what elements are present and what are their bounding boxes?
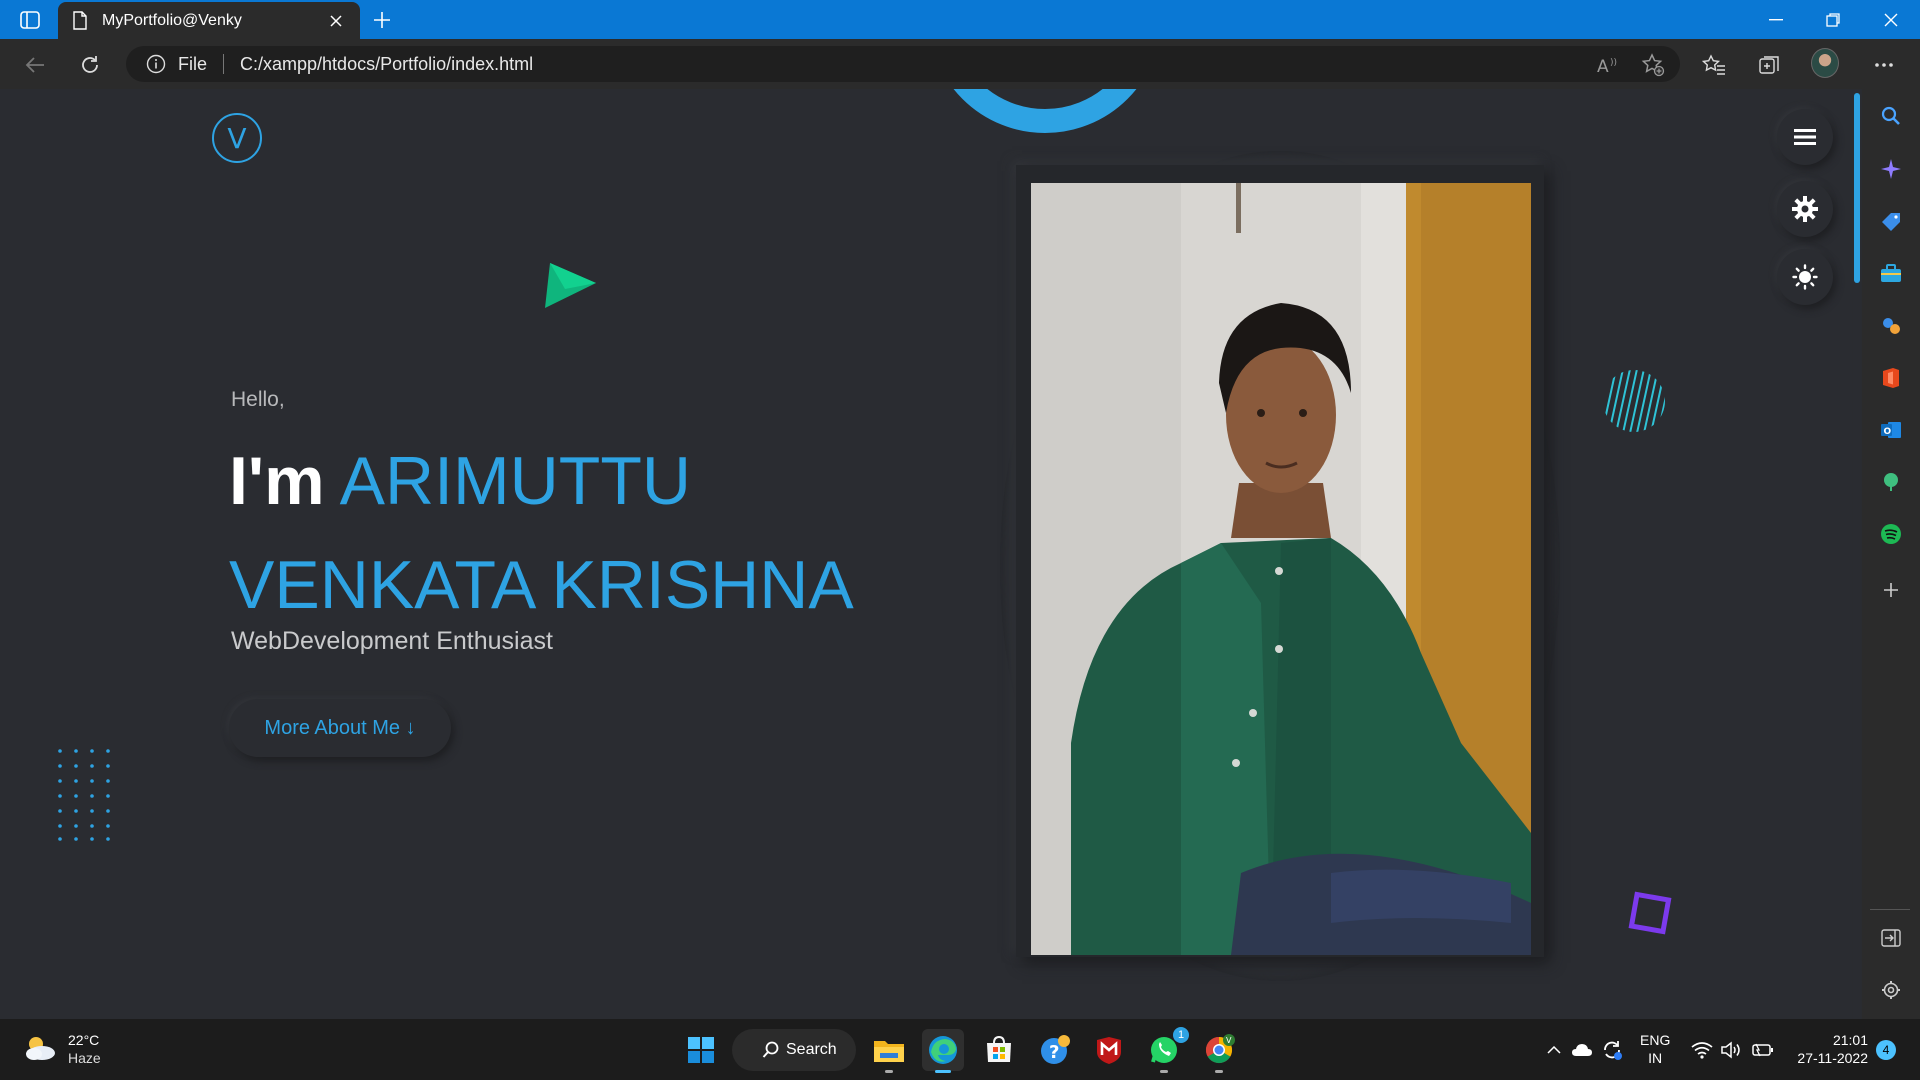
- decorative-striped-circle: [1603, 370, 1665, 432]
- browser-toolbar: File C:/xampp/htdocs/Portfolio/index.htm…: [0, 39, 1920, 89]
- add-icon[interactable]: [1878, 577, 1904, 603]
- scrollbar-thumb[interactable]: [1854, 93, 1860, 283]
- im-text: I'm: [229, 443, 325, 519]
- wifi-icon[interactable]: [1690, 1019, 1714, 1080]
- region-code: IN: [1648, 1050, 1663, 1066]
- close-tab-icon[interactable]: [326, 11, 346, 31]
- decorative-square: [1628, 891, 1672, 935]
- outlook-icon[interactable]: O: [1878, 417, 1904, 443]
- whatsapp-icon[interactable]: 1: [1143, 1027, 1189, 1073]
- address-bar[interactable]: File C:/xampp/htdocs/Portfolio/index.htm…: [126, 46, 1680, 82]
- favorites-icon[interactable]: [1700, 51, 1728, 79]
- edge-sidebar: O: [1862, 89, 1920, 1019]
- address-scheme: File: [178, 53, 208, 74]
- minimize-icon[interactable]: [1748, 0, 1804, 39]
- address-url[interactable]: C:/xampp/htdocs/Portfolio/index.html: [240, 54, 533, 75]
- svg-text:)): )): [1610, 58, 1617, 68]
- search-icon[interactable]: [1878, 103, 1904, 129]
- search-label: Search: [786, 1041, 837, 1058]
- search-icon: [762, 1041, 779, 1058]
- spotify-icon[interactable]: [1878, 521, 1904, 547]
- onedrive-cloud-icon[interactable]: [1570, 1019, 1594, 1080]
- microsoft-store-icon[interactable]: [978, 1029, 1020, 1071]
- volume-icon[interactable]: [1720, 1019, 1744, 1080]
- tab-actions-icon[interactable]: [14, 8, 46, 32]
- greeting: Hello,: [231, 388, 285, 411]
- decorative-triangle: [545, 263, 596, 308]
- gear-icon: [1792, 196, 1818, 222]
- whatsapp-badge: 1: [1173, 1027, 1189, 1043]
- taskbar-search[interactable]: Search: [732, 1029, 856, 1071]
- clock-time: 21:01: [1832, 1032, 1868, 1048]
- theme-toggle-button[interactable]: [1777, 249, 1833, 305]
- logo-letter: V: [227, 121, 247, 155]
- document-icon: [73, 11, 87, 30]
- file-explorer-icon[interactable]: [868, 1029, 910, 1073]
- new-tab-icon[interactable]: [368, 6, 396, 34]
- page-viewport: V Hello, I'm ARIMUTTU VENKATA KRISHNA We…: [0, 89, 1852, 1019]
- mcafee-icon[interactable]: [1088, 1029, 1130, 1071]
- tab-title: MyPortfolio@Venky: [102, 11, 242, 29]
- hide-sidebar-icon[interactable]: [1878, 925, 1904, 951]
- read-aloud-icon[interactable]: A)): [1594, 51, 1622, 79]
- start-button[interactable]: [680, 1029, 722, 1071]
- get-help-icon[interactable]: ?: [1034, 1029, 1076, 1071]
- tagline: WebDevelopment Enthusiast: [231, 627, 553, 655]
- address-separator: [223, 54, 225, 74]
- name-line-1: ARIMUTTU: [339, 443, 691, 519]
- sparkle-icon[interactable]: [1878, 156, 1904, 182]
- office-icon[interactable]: [1878, 365, 1904, 391]
- close-window-icon[interactable]: [1863, 0, 1919, 39]
- tools-icon[interactable]: [1878, 261, 1904, 287]
- restore-icon[interactable]: [1805, 0, 1861, 39]
- weather-condition: Haze: [68, 1050, 101, 1066]
- more-about-me-button[interactable]: More About Me ↓: [229, 699, 451, 757]
- info-icon[interactable]: [146, 54, 166, 74]
- language-code: ENG: [1640, 1032, 1671, 1048]
- shopping-tag-icon[interactable]: [1878, 209, 1904, 235]
- show-hidden-icons-chevron-icon[interactable]: [1544, 1019, 1564, 1080]
- notification-count-badge[interactable]: 4: [1876, 1040, 1896, 1060]
- windows-taskbar: 22°C Haze Search ? 1 V ENG IN 21:01 27-1…: [0, 1019, 1920, 1080]
- svg-text:A: A: [1597, 57, 1609, 74]
- svg-text:V: V: [1226, 1036, 1232, 1045]
- hamburger-icon: [1794, 129, 1816, 145]
- edge-browser-icon[interactable]: [922, 1029, 964, 1073]
- add-favorite-icon[interactable]: [1639, 51, 1667, 79]
- clock[interactable]: 21:01 27-11-2022: [1794, 1031, 1868, 1067]
- weather-haze-icon: [26, 1037, 55, 1060]
- decorative-dot-grid: [58, 749, 110, 841]
- decorative-arc: [928, 89, 1162, 133]
- windows-logo-icon: [688, 1037, 714, 1063]
- svg-text:O: O: [1884, 427, 1892, 437]
- games-icon[interactable]: [1878, 313, 1904, 339]
- chrome-icon[interactable]: V: [1198, 1029, 1240, 1073]
- sync-icon[interactable]: [1600, 1019, 1624, 1080]
- profile-photo: [1031, 183, 1531, 955]
- weather-temp: 22°C: [68, 1032, 100, 1048]
- svg-text:?: ?: [1049, 1042, 1059, 1063]
- sidebar-divider: [1870, 909, 1910, 910]
- page-scrollbar[interactable]: [1853, 89, 1861, 1019]
- title-bar: MyPortfolio@Venky: [0, 0, 1920, 39]
- settings-button[interactable]: [1777, 181, 1833, 237]
- clock-date: 27-11-2022: [1797, 1050, 1868, 1066]
- sidebar-settings-icon[interactable]: [1878, 977, 1904, 1003]
- tree-icon[interactable]: [1878, 469, 1904, 495]
- more-menu-icon[interactable]: [1870, 51, 1898, 79]
- weather-widget[interactable]: 22°C Haze: [22, 1031, 101, 1067]
- sun-icon: [1792, 264, 1818, 290]
- profile-avatar[interactable]: [1811, 48, 1839, 78]
- active-tab[interactable]: MyPortfolio@Venky: [58, 2, 360, 39]
- collections-icon[interactable]: [1756, 51, 1784, 79]
- back-arrow-icon[interactable]: [18, 48, 52, 82]
- name-line-2: VENKATA KRISHNA: [229, 547, 854, 623]
- language-indicator[interactable]: ENG IN: [1640, 1031, 1670, 1067]
- refresh-icon[interactable]: [73, 48, 107, 82]
- menu-button[interactable]: [1777, 109, 1833, 165]
- site-logo[interactable]: V: [212, 113, 262, 163]
- hero-heading: I'm ARIMUTTU VENKATA KRISHNA: [229, 429, 949, 637]
- battery-icon[interactable]: [1751, 1019, 1775, 1080]
